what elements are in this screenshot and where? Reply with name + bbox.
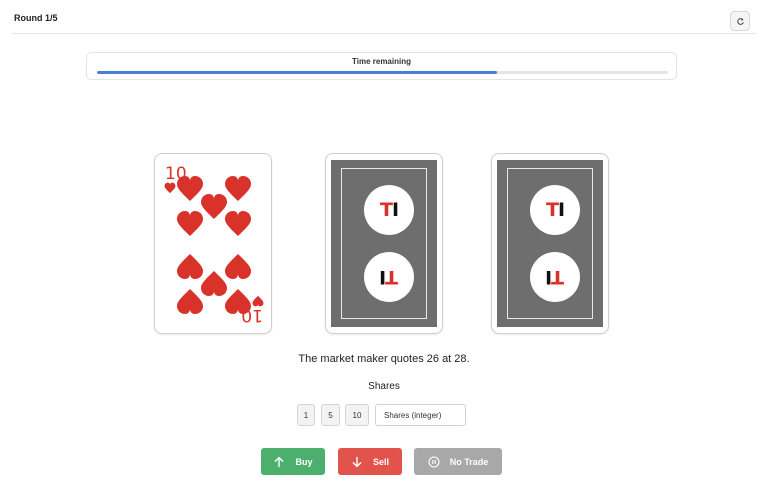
shares-label: Shares bbox=[368, 381, 400, 392]
card-back-logo-top: TI bbox=[530, 185, 580, 235]
card-suit-top-icon bbox=[164, 182, 176, 194]
card-back-1: TI TI bbox=[325, 153, 443, 334]
arrow-up-icon bbox=[275, 456, 284, 467]
timer-panel: Time remaining bbox=[86, 52, 677, 80]
card-back-logo-top: TI bbox=[364, 185, 414, 235]
card-suit-bottom-icon bbox=[252, 295, 264, 307]
no-trade-button[interactable]: No Trade bbox=[414, 448, 502, 475]
card-face-art: 10 10 bbox=[164, 164, 264, 325]
buy-button[interactable]: Buy bbox=[261, 448, 325, 475]
sell-label: Sell bbox=[372, 456, 389, 467]
timer-progress-fill bbox=[97, 71, 497, 74]
round-label: Round 1/5 bbox=[14, 13, 58, 23]
no-trade-label: No Trade bbox=[449, 456, 489, 467]
card-back-logo-bottom: TI bbox=[364, 252, 414, 302]
market-quote-text: The market maker quotes 26 at 28. bbox=[298, 353, 470, 365]
quick-shares-5-button[interactable]: 5 bbox=[321, 404, 340, 426]
card-back-2: TI TI bbox=[491, 153, 609, 334]
timer-progress-track bbox=[97, 71, 668, 74]
card-ten-of-hearts: 10 10 bbox=[154, 153, 272, 334]
reset-button[interactable] bbox=[730, 11, 750, 31]
arrow-down-icon bbox=[352, 456, 362, 467]
card-back-logo-bottom: TI bbox=[530, 252, 580, 302]
quick-shares-1-button[interactable]: 1 bbox=[297, 404, 315, 426]
card-pips bbox=[177, 176, 251, 314]
shares-input[interactable] bbox=[375, 404, 466, 426]
refresh-icon bbox=[736, 17, 744, 25]
quick-shares-10-button[interactable]: 10 bbox=[345, 404, 369, 426]
card-back-pattern: TI TI bbox=[331, 160, 437, 327]
timer-label: Time remaining bbox=[352, 57, 411, 66]
card-back-pattern: TI TI bbox=[497, 160, 603, 327]
sell-button[interactable]: Sell bbox=[338, 448, 402, 475]
pause-circle-icon bbox=[428, 455, 440, 468]
header-bar: Round 1/5 bbox=[12, 0, 756, 34]
buy-label: Buy bbox=[295, 456, 313, 467]
